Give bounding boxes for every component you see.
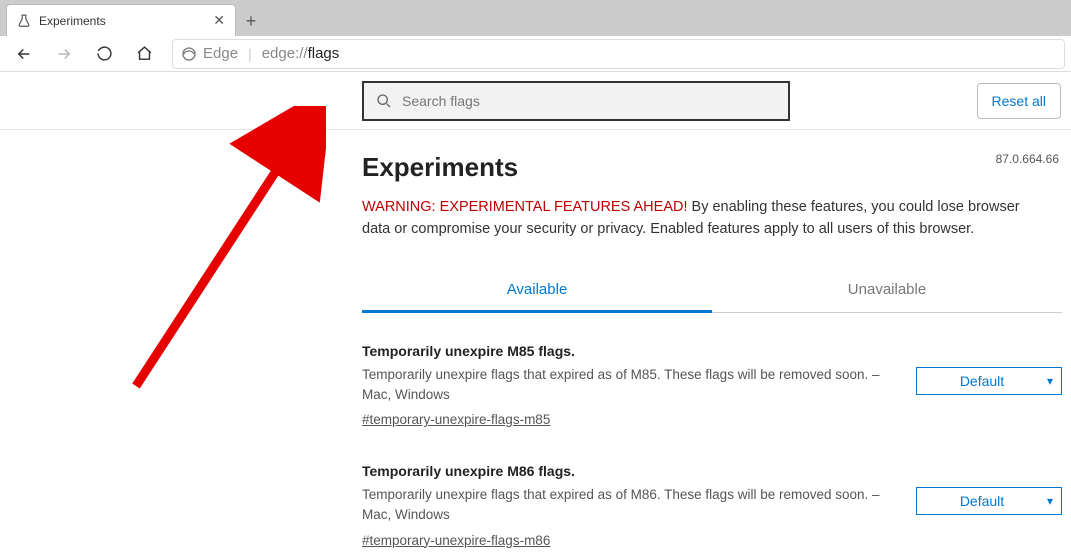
separator: | [248, 46, 252, 62]
search-icon [376, 93, 392, 109]
tabs: Available Unavailable [362, 269, 1062, 313]
search-input[interactable] [402, 93, 776, 109]
tab-unavailable[interactable]: Unavailable [712, 269, 1062, 312]
tab-title: Experiments [39, 14, 106, 28]
home-button[interactable] [126, 38, 162, 70]
flag-item: Temporarily unexpire M86 flags. Temporar… [362, 463, 1062, 548]
search-box[interactable] [362, 81, 790, 121]
browser-tab[interactable]: Experiments ✕ [6, 4, 236, 36]
close-icon[interactable]: ✕ [213, 12, 225, 29]
flask-icon [17, 14, 31, 28]
flag-item: Temporarily unexpire M85 flags. Temporar… [362, 343, 1062, 428]
url-protocol: edge:// [262, 45, 308, 62]
page-content: Reset all 87.0.664.66 Experiments WARNIN… [0, 72, 1071, 556]
flag-description: Temporarily unexpire flags that expired … [362, 485, 896, 526]
address-bar[interactable]: Edge | edge://flags [172, 39, 1065, 69]
warning-block: WARNING: EXPERIMENTAL FEATURES AHEAD! By… [362, 197, 1042, 241]
refresh-button[interactable] [86, 38, 122, 70]
toolbar: Edge | edge://flags [0, 36, 1071, 72]
flag-title: Temporarily unexpire M85 flags. [362, 343, 896, 359]
warning-prefix: WARNING: EXPERIMENTAL FEATURES AHEAD! [362, 199, 688, 215]
back-button[interactable] [6, 38, 42, 70]
reset-all-button[interactable]: Reset all [977, 83, 1061, 119]
flag-hash-link[interactable]: #temporary-unexpire-flags-m86 [362, 533, 550, 548]
new-tab-button[interactable]: + [236, 6, 266, 36]
brand-label: Edge [203, 45, 238, 62]
url-path: flags [308, 45, 340, 62]
forward-button[interactable] [46, 38, 82, 70]
tab-strip: Experiments ✕ + [0, 0, 1071, 36]
flag-list: Temporarily unexpire M85 flags. Temporar… [362, 343, 1062, 548]
edge-logo-icon [181, 46, 197, 62]
page-title: Experiments [362, 152, 1061, 183]
flag-select[interactable]: Default [916, 487, 1062, 515]
flag-select[interactable]: Default [916, 367, 1062, 395]
flag-title: Temporarily unexpire M86 flags. [362, 463, 896, 479]
flag-description: Temporarily unexpire flags that expired … [362, 365, 896, 406]
version-label: 87.0.664.66 [996, 152, 1059, 166]
flags-header: Reset all [0, 72, 1071, 130]
tab-available[interactable]: Available [362, 269, 712, 313]
flag-hash-link[interactable]: #temporary-unexpire-flags-m85 [362, 412, 550, 427]
